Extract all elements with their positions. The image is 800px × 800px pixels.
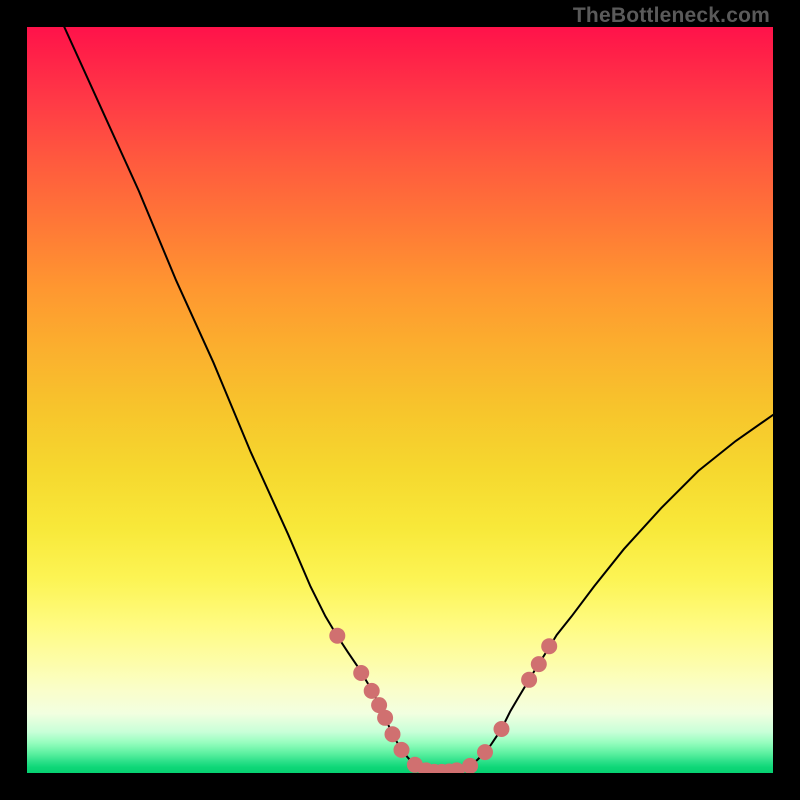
watermark-text: TheBottleneck.com — [573, 4, 770, 28]
data-marker — [385, 726, 401, 742]
data-marker — [364, 683, 380, 699]
data-marker — [353, 665, 369, 681]
bottleneck-curve — [64, 27, 773, 772]
plot-area — [27, 27, 773, 773]
data-marker — [394, 742, 410, 758]
data-marker — [494, 721, 510, 737]
data-marker — [541, 638, 557, 654]
chart-frame: TheBottleneck.com — [0, 0, 800, 800]
data-marker — [531, 656, 547, 672]
data-markers — [329, 628, 557, 773]
data-marker — [329, 628, 345, 644]
data-marker — [477, 744, 493, 760]
chart-svg — [27, 27, 773, 773]
data-marker — [521, 672, 537, 688]
data-marker — [377, 710, 393, 726]
